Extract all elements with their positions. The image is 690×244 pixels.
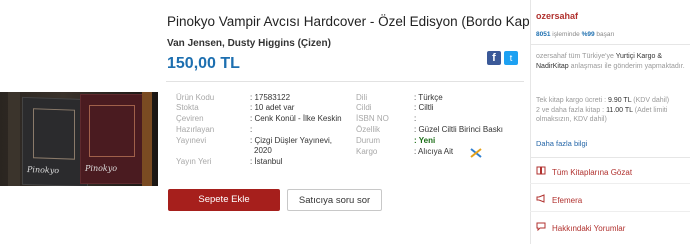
menu-label: Hakkındaki Yorumlar [552,224,626,233]
megaphone-icon [536,194,546,205]
seller-name[interactable]: ozersahaf [536,11,578,21]
detail-label: Dili [356,93,368,102]
twitter-share-icon[interactable]: t [504,51,518,65]
menu-efemera[interactable]: Efemera [536,194,582,205]
detail-value: : Türkçe [414,93,443,102]
add-to-cart-button[interactable]: Sepete Ekle [168,189,280,211]
menu-browse-books[interactable]: Tüm Kitaplarına Gözat [536,166,632,177]
detail-label: Kargo [356,147,378,156]
product-authors[interactable]: Van Jensen, Dusty Higgins (Çizen) [167,38,331,49]
cover-frame [33,108,75,160]
cost-suffix: (KDV dahil) [633,97,670,104]
panel-divider [530,44,690,45]
cost-value: 11.00 TL [606,106,633,114]
sales-text: işleminde [552,31,580,38]
product-title: Pinokyo Vampir Avcısı Hardcover - Özel E… [167,14,549,29]
cover-title: Pinokyo [85,164,118,173]
detail-value-condition: : Yeni [414,136,436,145]
menu-reviews[interactable]: Hakkındaki Yorumlar [536,222,625,233]
detail-label: Cildi [356,103,372,112]
book-icon [536,166,546,177]
cost-label: 2 ve daha fazla kitap : [536,106,605,114]
chat-icon [536,222,546,233]
book-cover-black: Pinokyo [22,96,88,186]
shipping-note-text: anlaşması ile gönderim yapmaktadır. [570,62,685,70]
more-info-link[interactable]: Daha fazla bilgi [536,139,587,148]
title-divider [166,81,524,82]
panel-divider [530,157,690,158]
product-image[interactable]: Pinokyo Pinokyo [0,92,158,186]
detail-label: Yayın Yeri [176,157,212,166]
rating-text: başarı [596,31,615,38]
rating-percent: %99 [581,31,595,38]
menu-divider [530,211,690,212]
detail-label: Yayınevi [176,136,207,145]
book-spine-right [142,92,152,186]
cost-value: 9.90 TL [607,97,632,104]
detail-value: : 10 adet var [250,103,295,112]
menu-label: Tüm Kitaplarına Gözat [552,168,633,177]
detail-label: İSBN NO [356,114,389,123]
seller-stats: 8051 işleminde %99 başarı [536,31,614,38]
book-cover-bordo: Pinokyo [80,94,144,184]
detail-value: : İstanbul [250,157,283,166]
detail-value: : Güzel Ciltli Birinci Baskı [414,125,503,134]
cover-title: Pinokyo [27,165,60,176]
shipping-x-icon [470,145,482,158]
detail-label: Stokta [176,103,199,112]
detail-value: : [250,125,253,134]
detail-value: : [414,114,417,123]
detail-value: : 17583122 [250,93,291,102]
menu-divider [530,183,690,184]
shipping-cost: Tek kitap kargo ücreti : 9.90 TL (KDV da… [536,96,686,125]
book-spine-left [8,92,20,186]
detail-value: : Alıcıya Ait [414,147,454,156]
menu-label: Efemera [552,196,583,205]
detail-value: : Ciltli [414,103,434,112]
detail-label: Durum [356,136,381,145]
product-price: 150,00 TL [167,55,240,72]
detail-label: Ürün Kodu [176,93,215,102]
detail-value: 2020 [254,146,272,155]
ask-seller-button[interactable]: Satıcıya soru sor [287,189,382,211]
cost-label: Tek kitap kargo ücreti : [536,97,607,104]
facebook-share-icon[interactable]: f [487,51,501,65]
detail-value[interactable]: : Cenk Konül - İlke Keskin [250,114,342,123]
sales-count: 8051 [536,31,551,38]
detail-value[interactable]: : Çizgi Düşler Yayınevi, [250,136,332,145]
detail-label: Özellik [356,125,381,134]
shipping-note-text: ozersahaf tüm Türkiye'ye [536,53,614,60]
detail-label: Çeviren [176,114,204,123]
cover-frame [89,105,135,157]
detail-label: Hazırlayan [176,125,215,134]
shipping-note: ozersahaf tüm Türkiye'ye Yurtiçi Kargo &… [536,52,686,71]
